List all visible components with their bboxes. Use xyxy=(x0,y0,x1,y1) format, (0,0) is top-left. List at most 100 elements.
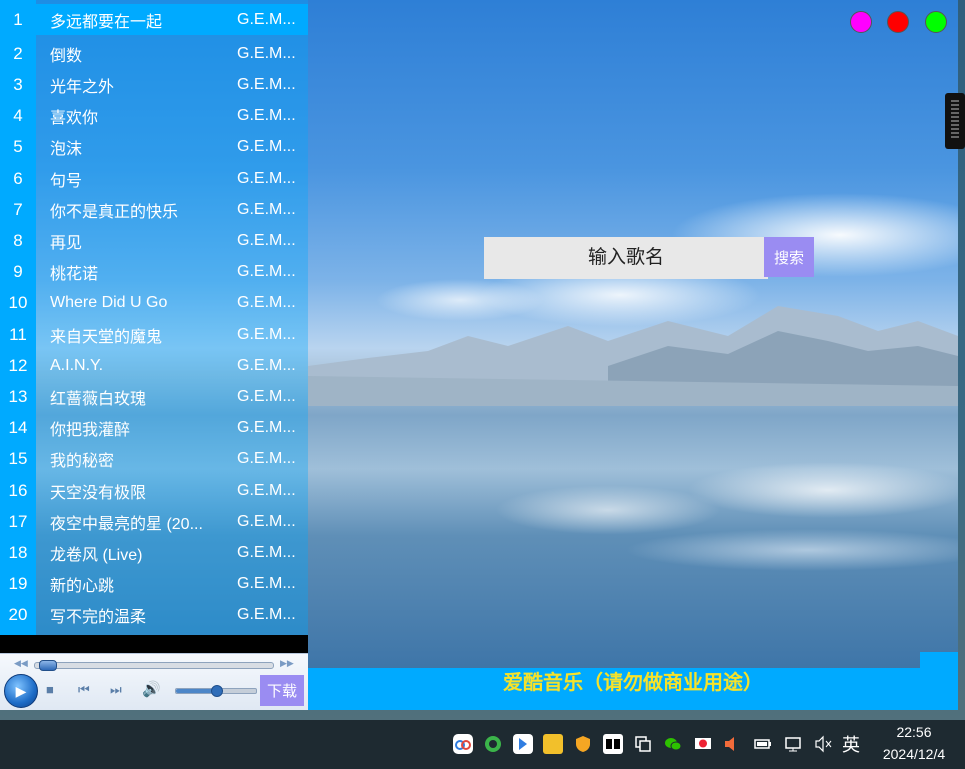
previous-icon[interactable]: ⏮ xyxy=(78,682,90,698)
browser-icon[interactable] xyxy=(483,734,503,754)
song-row[interactable]: 6 句号 G.E.M... xyxy=(0,163,308,194)
song-index: 16 xyxy=(8,480,28,500)
dolby-icon[interactable] xyxy=(603,734,623,754)
song-row[interactable]: 3 光年之外 G.E.M... xyxy=(0,69,308,100)
song-title: 光年之外 xyxy=(50,78,115,96)
song-row[interactable]: 15 我的秘密 G.E.M... xyxy=(0,444,308,475)
screen-record-icon[interactable] xyxy=(693,734,713,754)
song-title: 倒数 xyxy=(50,47,83,65)
next-icon[interactable]: ⏭ xyxy=(110,682,122,698)
speaker-icon[interactable] xyxy=(721,734,741,754)
song-title: 你把我灌醉 xyxy=(50,422,131,440)
media-player: ◀◀ ▶▶ ▶ ■ ⏮ ⏭ 🔊 下载 xyxy=(0,653,308,710)
song-artist: G.E.M... xyxy=(237,606,296,624)
song-artist: G.E.M... xyxy=(237,231,296,249)
cloud-app-icon[interactable] xyxy=(453,734,473,754)
song-row[interactable]: 11 来自天堂的魔鬼 G.E.M... xyxy=(0,319,308,350)
song-index: 8 xyxy=(13,230,23,250)
footer-text: 爱酷音乐（请勿做商业用途） xyxy=(503,672,763,694)
song-title: A.I.N.Y. xyxy=(50,356,104,374)
rewind-icon[interactable]: ◀◀ xyxy=(14,658,28,669)
song-title: 写不完的温柔 xyxy=(50,609,147,627)
music-app-window: 1 多远都要在一起 G.E.M... 2 倒数 G.E.M... 3 光年之外 G.E.M...… xyxy=(0,0,958,710)
song-title: 夜空中最亮的星 (20... xyxy=(50,515,203,533)
song-title: 句号 xyxy=(50,172,83,190)
song-row[interactable]: 18 龙卷风 (Live) G.E.M... xyxy=(0,537,308,568)
song-index: 9 xyxy=(13,262,23,282)
song-row[interactable]: 12 A.I.N.Y. G.E.M... xyxy=(0,350,308,381)
play-icon[interactable]: ▶ xyxy=(4,674,38,708)
volume-icon[interactable]: 🔊 xyxy=(142,680,161,698)
song-artist: G.E.M... xyxy=(237,75,296,93)
song-row[interactable]: 14 你把我灌醉 G.E.M... xyxy=(0,413,308,444)
volume-muted-icon[interactable] xyxy=(813,734,833,754)
playlist-panel: 1 多远都要在一起 G.E.M... 2 倒数 G.E.M... 3 光年之外 G.E.M...… xyxy=(0,0,308,635)
app-store-icon[interactable] xyxy=(513,734,533,754)
song-row[interactable]: 20 写不完的温柔 G.E.M... xyxy=(0,600,308,631)
song-title: 泡沫 xyxy=(50,141,83,159)
shield-icon[interactable] xyxy=(573,734,593,754)
volume-thumb[interactable] xyxy=(211,685,223,697)
ime-indicator[interactable]: 英 xyxy=(842,731,860,757)
wechat-icon[interactable] xyxy=(663,734,683,754)
lyrics-bar xyxy=(0,635,308,653)
song-artist: G.E.M... xyxy=(237,481,296,499)
song-artist: G.E.M... xyxy=(237,169,296,187)
song-index: 13 xyxy=(8,386,28,406)
song-row[interactable]: 4 喜欢你 G.E.M... xyxy=(0,101,308,132)
song-row[interactable]: 10 Where Did U Go G.E.M... xyxy=(0,288,308,319)
song-artist: G.E.M... xyxy=(237,325,296,343)
song-index: 6 xyxy=(13,168,23,188)
fast-forward-icon[interactable]: ▶▶ xyxy=(280,658,294,669)
song-row[interactable]: 19 新的心跳 G.E.M... xyxy=(0,569,308,600)
song-artist: G.E.M... xyxy=(237,294,296,312)
song-row[interactable]: 7 你不是真正的快乐 G.E.M... xyxy=(0,194,308,225)
song-row[interactable]: 1 多远都要在一起 G.E.M... xyxy=(0,4,308,35)
stop-icon[interactable]: ■ xyxy=(46,682,54,697)
battery-icon[interactable] xyxy=(753,734,773,754)
search-button[interactable]: 搜索 xyxy=(764,237,814,277)
song-artist: G.E.M... xyxy=(237,450,296,468)
song-row[interactable]: 9 桃花诺 G.E.M... xyxy=(0,257,308,288)
song-row[interactable]: 13 红蔷薇白玫瑰 G.E.M... xyxy=(0,381,308,412)
song-row[interactable]: 2 倒数 G.E.M... xyxy=(0,38,308,69)
download-button[interactable]: 下载 xyxy=(260,675,304,706)
song-title: 桃花诺 xyxy=(50,266,99,284)
song-row[interactable]: 5 泡沫 G.E.M... xyxy=(0,132,308,163)
song-title: 龙卷风 (Live) xyxy=(50,546,143,564)
song-index: 17 xyxy=(8,511,28,531)
window-switch-icon[interactable] xyxy=(633,734,653,754)
search-input[interactable] xyxy=(484,237,768,279)
song-artist: G.E.M... xyxy=(237,107,296,125)
close-window-button[interactable] xyxy=(887,11,909,33)
song-index: 2 xyxy=(13,43,23,63)
song-title: 新的心跳 xyxy=(50,578,115,596)
maximize-window-button[interactable] xyxy=(925,11,947,33)
song-row[interactable]: 8 再见 G.E.M... xyxy=(0,225,308,256)
song-index: 7 xyxy=(13,199,23,219)
file-explorer-icon[interactable] xyxy=(543,734,563,754)
song-row[interactable]: 16 天空没有极限 G.E.M... xyxy=(0,475,308,506)
volume-fill xyxy=(176,689,216,693)
volume-slider[interactable] xyxy=(175,685,257,697)
magenta-window-button[interactable] xyxy=(850,11,872,33)
song-title: 红蔷薇白玫瑰 xyxy=(50,390,147,408)
song-index: 4 xyxy=(13,106,23,126)
song-index: 20 xyxy=(8,605,28,625)
song-index: 14 xyxy=(8,418,28,438)
song-row[interactable]: 17 夜空中最亮的星 (20... G.E.M... xyxy=(0,506,308,537)
song-artist: G.E.M... xyxy=(237,200,296,218)
clock-time[interactable]: 22:56 xyxy=(889,724,939,740)
seek-thumb[interactable] xyxy=(39,660,58,671)
song-index: 1 xyxy=(13,9,23,29)
mountain-range xyxy=(308,306,958,406)
side-scroll-handle[interactable] xyxy=(945,93,965,149)
song-index: 12 xyxy=(8,355,28,375)
song-title: Where Did U Go xyxy=(50,294,168,312)
network-icon[interactable] xyxy=(783,734,803,754)
song-index: 10 xyxy=(8,293,28,313)
lake-reflection xyxy=(308,410,958,590)
clock-date[interactable]: 2024/12/4 xyxy=(872,746,956,762)
song-title: 再见 xyxy=(50,234,83,252)
seek-bar[interactable] xyxy=(34,660,274,671)
